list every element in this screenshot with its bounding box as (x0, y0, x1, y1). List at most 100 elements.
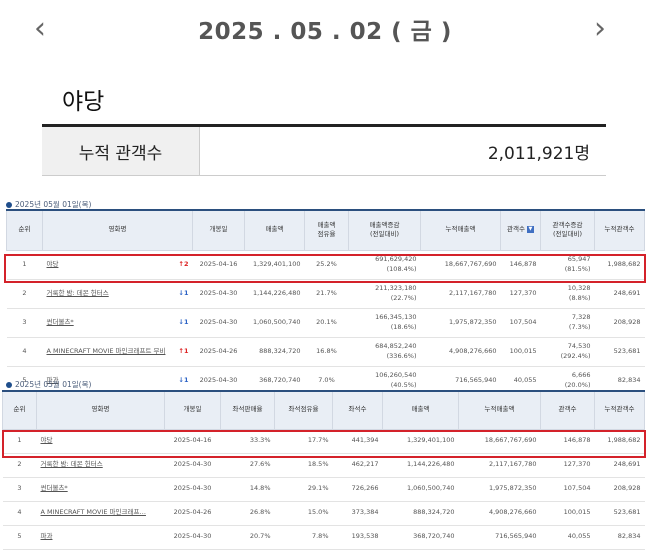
cumulative-audience-cell: 523,681 (594, 337, 645, 367)
column-header: 개봉일 (192, 209, 245, 251)
table-header-row: 순위 영화명 개봉일 매출액 매출액 점유율 매출액증감 (전일대비) 누적매출액 관객수 ▼ 관… (6, 209, 645, 251)
cumulative-sales-cell: 4,908,276,660 (420, 337, 501, 367)
cumulative-audience-cell: 82,834 (594, 525, 645, 550)
column-header: 관객수증감 (전일대비) (540, 209, 595, 251)
table-row[interactable]: 3 썬더볼츠* 2025-04-30 14.8% 29.1% 726,266 1,060,5… (2, 477, 645, 502)
movie-name-cell: ↑1 A MINECRAFT MOVIE 마인크래프트 무비 (42, 337, 193, 367)
column-header: 매출액 점유율 (304, 209, 349, 251)
movie-link[interactable]: 썬더볼츠* (47, 318, 74, 326)
column-header: 매출액 (382, 390, 459, 430)
column-header: 순위 (2, 390, 37, 430)
rank-cell: 2 (2, 453, 37, 478)
audience-cell: 146,878 (500, 250, 541, 280)
movie-link[interactable]: A MINECRAFT MOVIE 마인크래프… (41, 508, 146, 516)
table-row[interactable]: 3 ↓1 썬더볼츠* 2025-04-30 1,060,500,740 20.1% 166,… (6, 308, 645, 338)
column-header: 영화명 (36, 390, 165, 430)
cumulative-audience-cell: 248,691 (594, 453, 645, 478)
audience-cell: 107,504 (540, 477, 595, 502)
audience-delta-cell: 65,947 (81.5%) (540, 250, 595, 280)
table-row[interactable]: 5 파과 2025-04-30 20.7% 7.8% 193,538 368,720,740… (2, 525, 645, 550)
audience-cell: 107,504 (500, 308, 541, 338)
audience-delta-cell: 7,328 (7.3%) (540, 308, 595, 338)
seat-share-cell: 29.1% (274, 477, 333, 502)
movie-title: 야당 (62, 89, 105, 115)
sales-cell: 1,060,500,740 (244, 308, 305, 338)
seat-share-cell: 18.5% (274, 453, 333, 478)
sales-cell: 1,144,226,480 (244, 279, 305, 309)
column-header: 영화명 (42, 209, 193, 251)
movie-link[interactable]: 거룩한 밤: 데몬 헌터스 (41, 460, 103, 468)
next-date-arrow-icon[interactable]: › (594, 14, 606, 44)
table-row[interactable]: 1 야당 2025-04-16 33.3% 17.7% 441,394 1,329,401,… (2, 429, 645, 454)
seats-cell: 726,266 (332, 477, 383, 502)
table-row[interactable]: 2 ↓1 거룩한 밤: 데몬 헌터스 2025-04-30 1,144,226,480 2… (6, 279, 645, 309)
seats-cell: 373,384 (332, 501, 383, 526)
table-header-row: 순위 영화명 개봉일 좌석판매율 좌석점유율 좌석수 매출액 누적매출액 관객수 누적관객수 (2, 390, 645, 430)
table-row[interactable]: 4 A MINECRAFT MOVIE 마인크래프… 2025-04-26 26.8%… (2, 501, 645, 526)
share-cell: 16.8% (304, 337, 349, 367)
column-header: 순위 (6, 209, 43, 251)
seat-sale-rate-cell: 33.3% (220, 429, 275, 454)
sales-cell: 368,720,740 (382, 525, 459, 550)
sales-cell: 1,329,401,100 (382, 429, 459, 454)
movie-name-cell: 파과 (36, 525, 165, 550)
rank-cell: 4 (2, 501, 37, 526)
seat-share-cell: 17.7% (274, 429, 333, 454)
sort-icon[interactable]: ▼ (526, 225, 534, 233)
movie-link[interactable]: 썬더볼츠* (41, 484, 68, 492)
movie-name-cell: 거룩한 밤: 데몬 헌터스 (36, 453, 165, 478)
sales-cell: 1,329,401,100 (244, 250, 305, 280)
table-row[interactable]: 4 ↑1 A MINECRAFT MOVIE 마인크래프트 무비 2025-04-26… (6, 337, 645, 367)
movie-link[interactable]: 거룩한 밤: 데몬 헌터스 (47, 289, 109, 297)
movie-link[interactable]: 야당 (41, 436, 53, 444)
rank-cell: 3 (6, 308, 43, 338)
sales-delta-cell: 166,345,130 (18.6%) (348, 308, 421, 338)
open-date-cell: 2025-04-26 (164, 501, 221, 526)
rank-cell: 5 (2, 525, 37, 550)
column-header: 매출액 (244, 209, 305, 251)
audience-delta-cell: 10,328 (8.8%) (540, 279, 595, 309)
audience-cell: 40,055 (540, 525, 595, 550)
column-header: 관객수 ▼ (500, 209, 541, 251)
cumulative-audience-label: 누적 관객수 (42, 127, 200, 175)
cumulative-audience-cell: 523,681 (594, 501, 645, 526)
cumulative-sales-cell: 2,117,167,780 (458, 453, 541, 478)
sales-cell: 888,324,720 (244, 337, 305, 367)
open-date-cell: 2025-04-16 (164, 429, 221, 454)
rank-cell: 4 (6, 337, 43, 367)
seat-sale-rate-cell: 26.8% (220, 501, 275, 526)
movie-link[interactable]: 파과 (41, 532, 53, 540)
rank-up-icon: ↑1 (178, 346, 189, 355)
seats-cell: 462,217 (332, 453, 383, 478)
movie-name-cell: ↑2 야당 (42, 250, 193, 280)
open-date-cell: 2025-04-30 (192, 279, 245, 309)
cumulative-audience-box: 누적 관객수 2,011,921명 (42, 124, 606, 176)
seat-share-cell: 7.8% (274, 525, 333, 550)
column-header: 관객수 (540, 390, 595, 430)
movie-link[interactable]: 야당 (47, 260, 59, 268)
share-cell: 25.2% (304, 250, 349, 280)
sales-cell: 1,060,500,740 (382, 477, 459, 502)
movie-link[interactable]: A MINECRAFT MOVIE 마인크래프트 무비 (47, 347, 166, 355)
cumulative-audience-cell: 208,928 (594, 308, 645, 338)
share-cell: 21.7% (304, 279, 349, 309)
movie-name-cell: A MINECRAFT MOVIE 마인크래프… (36, 501, 165, 526)
sales-delta-cell: 691,629,420 (108.4%) (348, 250, 421, 280)
sales-delta-cell: 684,852,240 (336.6%) (348, 337, 421, 367)
open-date-cell: 2025-04-30 (164, 453, 221, 478)
audience-delta-cell: 74,530 (292.4%) (540, 337, 595, 367)
audience-cell: 127,370 (540, 453, 595, 478)
cumulative-audience-cell: 1,988,682 (594, 429, 645, 454)
table-row[interactable]: 1 ↑2 야당 2025-04-16 1,329,401,100 25.2% 691,629… (6, 250, 645, 280)
seat-sale-rate-cell: 20.7% (220, 525, 275, 550)
rank-cell: 1 (2, 429, 37, 454)
audience-cell: 146,878 (540, 429, 595, 454)
date-title: 2025 . 05 . 02 ( 금 ) (198, 19, 452, 45)
open-date-cell: 2025-04-26 (192, 337, 245, 367)
cumulative-sales-cell: 1,975,872,350 (458, 477, 541, 502)
seat-share-cell: 15.0% (274, 501, 333, 526)
column-header: 개봉일 (164, 390, 221, 430)
sales-delta-cell: 211,323,180 (22.7%) (348, 279, 421, 309)
cumulative-audience-value: 2,011,921명 (487, 143, 590, 164)
table-row[interactable]: 2 거룩한 밤: 데몬 헌터스 2025-04-30 27.6% 18.5% 462,21… (2, 453, 645, 478)
